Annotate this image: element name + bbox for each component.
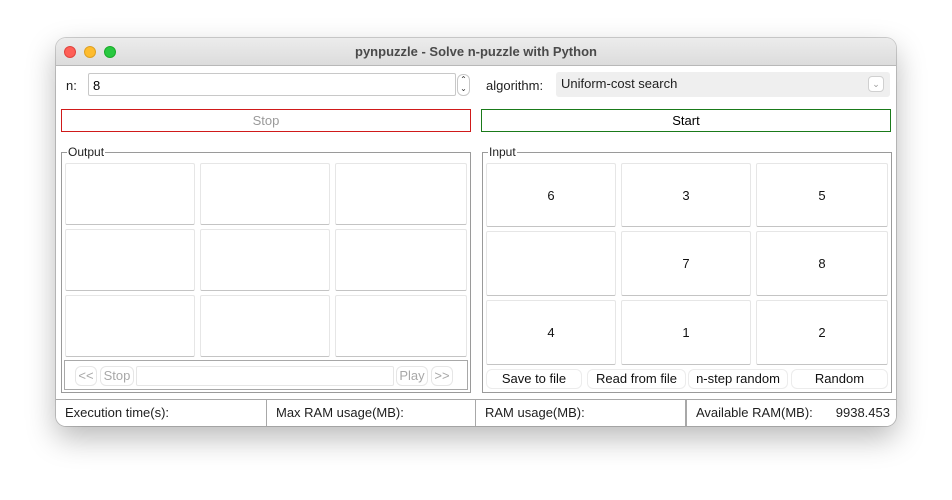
playback-stop-button[interactable]: Stop	[100, 366, 134, 386]
output-cell	[335, 163, 467, 225]
input-cell[interactable]: 7	[621, 231, 751, 296]
ram-usage-status: RAM usage(MB):	[476, 400, 686, 426]
output-cell	[200, 229, 330, 291]
algorithm-select[interactable]: Uniform-cost search ⌄	[556, 72, 890, 97]
status-bar: Execution time(s): Max RAM usage(MB): RA…	[56, 399, 896, 426]
input-cell[interactable]: 8	[756, 231, 888, 296]
input-cell[interactable]: 3	[621, 163, 751, 227]
play-button[interactable]: Play	[396, 366, 428, 386]
ram-usage-label: RAM usage(MB):	[485, 405, 585, 420]
input-cell[interactable]: 2	[756, 300, 888, 365]
algorithm-selected-value: Uniform-cost search	[561, 76, 678, 91]
output-cell	[200, 295, 330, 357]
read-from-file-button[interactable]: Read from file	[587, 369, 686, 389]
n-spinner[interactable]: ⌃ ⌄	[457, 74, 470, 96]
available-ram-label: Available RAM(MB):	[696, 405, 813, 420]
input-cell[interactable]: 6	[486, 163, 616, 227]
n-step-random-button[interactable]: n-step random	[688, 369, 788, 389]
stop-button[interactable]: Stop	[61, 109, 471, 132]
output-grid	[65, 163, 467, 357]
step-slider[interactable]	[136, 366, 394, 386]
next-step-button[interactable]: >>	[431, 366, 453, 386]
start-button[interactable]: Start	[481, 109, 891, 132]
available-ram-status: Available RAM(MB): 9938.453	[686, 400, 896, 426]
output-cell	[335, 229, 467, 291]
available-ram-value: 9938.453	[835, 405, 890, 420]
save-to-file-button[interactable]: Save to file	[486, 369, 582, 389]
input-cell[interactable]: 1	[621, 300, 751, 365]
app-window: pynpuzzle - Solve n-puzzle with Python n…	[56, 38, 896, 426]
random-button[interactable]: Random	[791, 369, 888, 389]
chevron-down-icon[interactable]: ⌄	[458, 84, 469, 93]
execution-time-label: Execution time(s):	[65, 405, 170, 420]
output-group: Output << Stop Play >>	[61, 145, 471, 393]
input-actions: Save to file Read from file n-step rando…	[486, 369, 888, 389]
algorithm-label: algorithm:	[486, 78, 544, 93]
previous-step-button[interactable]: <<	[75, 366, 97, 386]
window-title: pynpuzzle - Solve n-puzzle with Python	[355, 44, 597, 59]
n-input[interactable]: 8	[88, 73, 456, 96]
output-cell	[65, 163, 195, 225]
chevron-down-icon[interactable]: ⌄	[868, 76, 884, 92]
n-label: n:	[66, 78, 77, 93]
title-bar: pynpuzzle - Solve n-puzzle with Python	[56, 38, 896, 66]
output-cell	[65, 295, 195, 357]
chevron-up-icon[interactable]: ⌃	[458, 75, 469, 84]
input-cell[interactable]	[486, 231, 616, 296]
output-cell	[200, 163, 330, 225]
playback-controls: << Stop Play >>	[64, 360, 468, 390]
output-cell	[335, 295, 467, 357]
input-cell[interactable]: 5	[756, 163, 888, 227]
input-group-title: Input	[488, 145, 517, 159]
input-group: Input 6 3 5 7 8 4 1 2 Save to file Read …	[482, 145, 892, 393]
output-cell	[65, 229, 195, 291]
input-grid: 6 3 5 7 8 4 1 2	[486, 163, 888, 365]
max-ram-label: Max RAM usage(MB):	[276, 405, 404, 420]
execution-time-status: Execution time(s):	[56, 400, 267, 426]
output-group-title: Output	[67, 145, 106, 159]
input-cell[interactable]: 4	[486, 300, 616, 365]
max-ram-status: Max RAM usage(MB):	[267, 400, 476, 426]
